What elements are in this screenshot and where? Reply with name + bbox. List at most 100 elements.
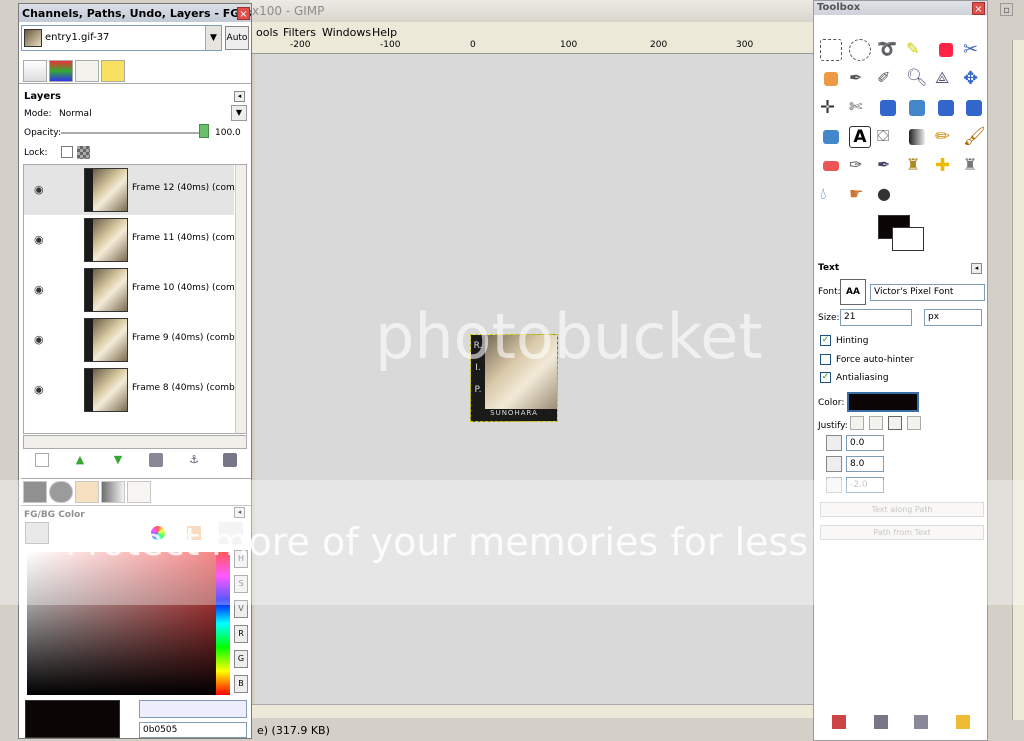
path-from-text-button[interactable]: Path from Text — [820, 525, 984, 540]
font-preview-button[interactable]: AA — [840, 279, 866, 305]
pencil-icon[interactable]: ✏ — [935, 126, 957, 148]
line-spacing-input[interactable]: 8.0 — [846, 456, 884, 472]
dock-close-button[interactable]: × — [237, 7, 250, 20]
image-on-canvas[interactable]: R. I. P. SUNOHARA — [470, 334, 558, 422]
opacity-slider[interactable] — [61, 132, 201, 134]
tab-menu-icon[interactable]: ◂ — [234, 91, 245, 102]
tab-patterns-icon[interactable] — [75, 481, 99, 503]
layer-row[interactable]: ◉ Frame 9 (40ms) (combine) — [24, 315, 246, 365]
blend-icon[interactable] — [909, 129, 925, 145]
mode-select[interactable]: Normal — [59, 109, 92, 119]
eye-icon[interactable]: ◉ — [34, 183, 44, 196]
unit-select[interactable]: px — [924, 309, 982, 326]
menu-tools[interactable]: ools — [256, 26, 278, 39]
toolbox-close-button[interactable]: × — [972, 2, 985, 15]
delete-layer-icon[interactable] — [223, 453, 237, 467]
force-autohinter-checkbox[interactable] — [820, 354, 831, 365]
tab-menu-icon[interactable]: ◂ — [234, 507, 245, 518]
perspective-icon[interactable] — [966, 100, 982, 116]
justify-center-button[interactable] — [888, 416, 902, 430]
tab-layers-icon[interactable] — [23, 60, 47, 82]
layer-row[interactable]: ◉ Frame 8 (40ms) (combine — [24, 365, 246, 415]
background-color-button[interactable] — [892, 227, 924, 251]
tab-fgbg-icon[interactable] — [23, 481, 47, 503]
flip-icon[interactable] — [823, 130, 839, 144]
text-along-path-button[interactable]: Text along Path — [820, 502, 984, 517]
raise-layer-icon[interactable]: ▲ — [73, 453, 87, 467]
tab-undo-icon[interactable] — [101, 60, 125, 82]
heal-icon[interactable]: ✚ — [935, 155, 957, 177]
ellipse-select-icon[interactable] — [849, 39, 871, 61]
justify-fill-button[interactable] — [907, 416, 921, 430]
justify-right-button[interactable] — [869, 416, 883, 430]
letter-spacing-input[interactable]: -2.0 — [846, 477, 884, 493]
palette-selector-icon[interactable] — [187, 526, 201, 540]
canvas-vertical-scrollbar[interactable] — [1012, 40, 1024, 720]
menu-help[interactable]: Help — [372, 26, 397, 39]
tab-brushes-icon[interactable] — [49, 481, 73, 503]
perspective-clone-icon[interactable]: ♜ — [963, 155, 985, 177]
justify-left-button[interactable] — [850, 416, 864, 430]
foreground-select-icon[interactable] — [824, 72, 838, 86]
airbrush-icon[interactable]: ✑ — [849, 155, 871, 177]
crop-icon[interactable]: ✄ — [849, 97, 871, 119]
tab-gradients-icon[interactable] — [101, 481, 125, 503]
layer-list-scrollbar[interactable] — [235, 165, 246, 433]
anchor-layer-icon[interactable]: ⚓ — [187, 453, 201, 467]
layer-row[interactable]: ◉ Frame 12 (40ms) (combine — [24, 165, 246, 215]
canvas-horizontal-scrollbar[interactable] — [250, 704, 815, 718]
align-icon[interactable]: ✛ — [820, 97, 842, 119]
rect-select-icon[interactable] — [820, 39, 842, 61]
opacity-slider-handle[interactable] — [199, 124, 209, 138]
color-picker-button[interactable] — [139, 700, 247, 718]
layer-row[interactable]: ◉ Frame 10 (40ms) (combine — [24, 265, 246, 315]
eye-icon[interactable]: ◉ — [34, 333, 44, 346]
channel-s-button[interactable]: S — [234, 575, 248, 593]
tab-paths-icon[interactable] — [75, 60, 99, 82]
watercolor-selector-icon[interactable] — [109, 522, 133, 544]
text-tool-icon[interactable]: A — [849, 126, 871, 148]
eraser-icon[interactable] — [823, 161, 839, 171]
layer-list-hscrollbar[interactable] — [23, 435, 247, 449]
hinting-checkbox[interactable]: ✓ — [820, 335, 831, 346]
move-icon[interactable]: ✥ — [963, 68, 985, 90]
menu-filters[interactable]: Filters — [283, 26, 316, 39]
lower-layer-icon[interactable]: ▼ — [111, 453, 125, 467]
shear-icon[interactable] — [938, 100, 954, 116]
gimp-selector-icon[interactable] — [25, 522, 49, 544]
eye-icon[interactable]: ◉ — [34, 383, 44, 396]
channel-b-button[interactable]: B — [234, 675, 248, 693]
dodge-burn-icon[interactable]: ● — [877, 184, 899, 206]
eye-icon[interactable]: ◉ — [34, 233, 44, 246]
lasso-icon[interactable]: ➰ — [877, 39, 899, 61]
ink-icon[interactable]: ✒ — [877, 155, 899, 177]
layer-row[interactable]: ◉ Frame 11 (40ms) (combine — [24, 215, 246, 265]
save-options-icon[interactable] — [832, 715, 846, 729]
rotate-icon[interactable] — [880, 100, 896, 116]
antialiasing-checkbox[interactable]: ✓ — [820, 372, 831, 383]
new-layer-icon[interactable] — [35, 453, 49, 467]
duplicate-layer-icon[interactable] — [149, 453, 163, 467]
scale-selector-icon[interactable] — [219, 522, 243, 544]
reset-options-icon[interactable] — [956, 715, 970, 729]
smudge-icon[interactable]: ☛ — [849, 184, 871, 206]
channel-h-button[interactable]: H — [234, 550, 248, 568]
text-color-button[interactable] — [847, 392, 919, 412]
lock-alpha-icon[interactable] — [77, 146, 90, 159]
scissors-icon[interactable]: ✂ — [963, 39, 985, 61]
hue-slider[interactable] — [216, 552, 230, 695]
lock-pixels-checkbox[interactable] — [61, 146, 73, 158]
paths-icon[interactable]: ✒ — [849, 68, 871, 90]
delete-options-icon[interactable] — [914, 715, 928, 729]
chevron-down-icon[interactable]: ▼ — [231, 105, 247, 121]
color-picker-icon[interactable]: ✐ — [877, 68, 899, 90]
foreground-color-swatch[interactable] — [25, 700, 120, 738]
indent-input[interactable]: 0.0 — [846, 435, 884, 451]
fuzzy-select-icon[interactable]: ✎ — [906, 39, 928, 61]
channel-r-button[interactable]: R — [234, 625, 248, 643]
blur-icon[interactable]: 💧︎ — [820, 184, 842, 206]
image-selector[interactable]: entry1.gif-37 ▼ — [21, 25, 222, 51]
wheel-selector-icon[interactable] — [151, 526, 165, 540]
auto-button[interactable]: Auto — [225, 26, 249, 50]
bucket-fill-icon[interactable]: ⛋ — [877, 126, 899, 148]
